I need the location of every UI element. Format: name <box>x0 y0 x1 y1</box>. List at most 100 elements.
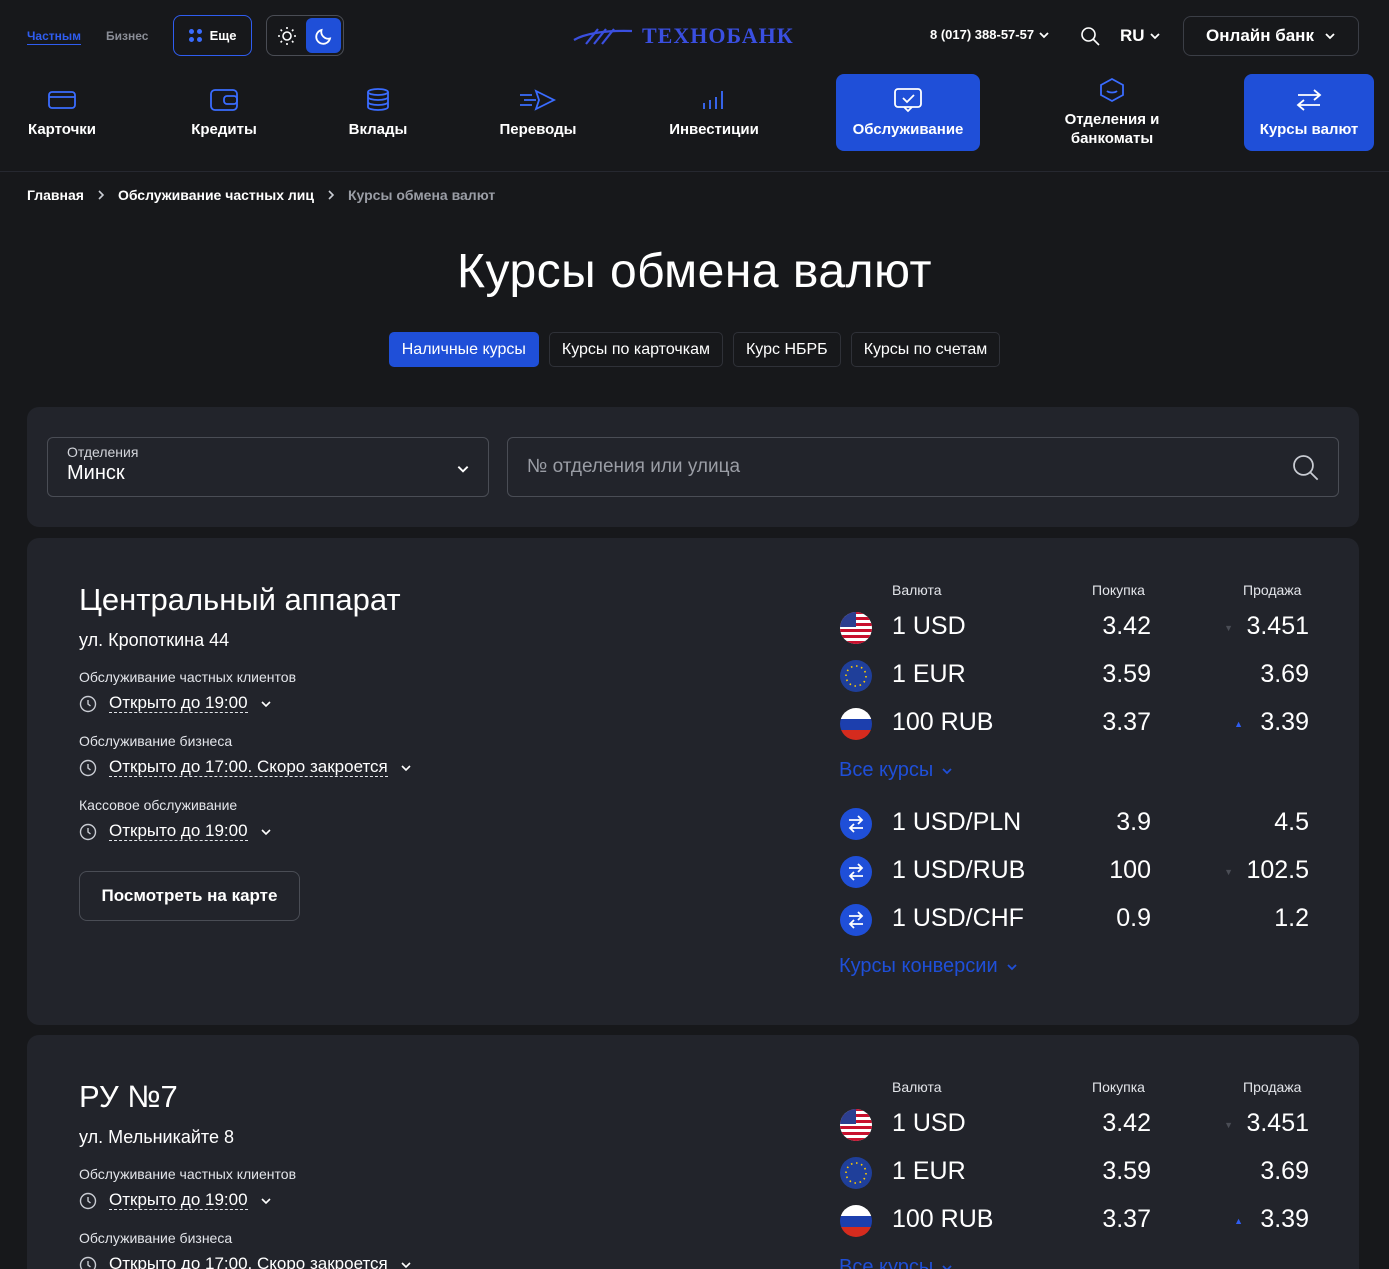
service-title: Обслуживание частных клиентов <box>79 1166 296 1182</box>
buy-rate: 3.37 <box>1102 708 1151 736</box>
clock-icon <box>79 823 97 840</box>
service-hours-text: Открыто до 17:00. Скоро закроется <box>109 757 388 777</box>
currency-code: 1 EUR <box>892 1157 966 1185</box>
breadcrumb-home[interactable]: Главная <box>27 187 84 203</box>
rate-row: 1 EUR 3.59 3.69 <box>839 651 1309 699</box>
buy-rate: 3.59 <box>1102 1157 1151 1185</box>
service-title: Обслуживание бизнеса <box>79 733 233 749</box>
service-hours-dropdown[interactable]: Открыто до 19:00 <box>79 1191 272 1210</box>
branch-select-value: Минск <box>67 462 125 484</box>
buy-rate: 3.59 <box>1102 660 1151 688</box>
tab-cash-rates[interactable]: Наличные курсы <box>388 332 539 367</box>
pin-icon <box>1100 77 1124 103</box>
language-selector[interactable]: RU <box>1120 26 1161 46</box>
chevron-down-icon <box>1039 31 1049 38</box>
nav-item-investments[interactable]: Инвестиции <box>659 74 769 151</box>
main-nav: Карточки Кредиты Вклады Переводы Инвести… <box>0 72 1389 172</box>
search-icon[interactable] <box>1292 454 1319 481</box>
view-on-map-button[interactable]: Посмотреть на карте <box>79 871 300 921</box>
sell-rate: 3.451 <box>1246 612 1309 640</box>
currency-code: 100 RUB <box>892 708 994 736</box>
theme-toggle[interactable] <box>266 15 344 56</box>
sell-rate: 3.69 <box>1260 1157 1309 1185</box>
chevron-down-icon <box>1325 33 1335 40</box>
branch-select[interactable]: Отделения Минск <box>47 437 489 497</box>
column-currency: Валюта <box>892 582 942 598</box>
branch-search-input[interactable] <box>527 456 1227 478</box>
segment-business-link[interactable]: Бизнес <box>106 29 148 43</box>
nav-item-label: Обслуживание <box>852 120 964 138</box>
nav-item-label: Отделения и банкоматы <box>1064 111 1160 147</box>
chevron-down-icon <box>457 466 469 473</box>
trend-up-icon: ▲ <box>1234 1216 1243 1226</box>
column-buy: Покупка <box>1092 1079 1145 1095</box>
online-bank-button[interactable]: Онлайн банк <box>1183 16 1359 56</box>
rate-row: 1 USD 3.42 ▼ 3.451 <box>839 603 1309 651</box>
service-hours-text: Открыто до 17:00. Скоро закроется <box>109 1255 388 1269</box>
nav-item-label: Карточки <box>27 120 97 138</box>
phone-dropdown[interactable]: 8 (017) 388-57-57 <box>930 27 1050 42</box>
sell-rate: 102.5 <box>1246 856 1309 884</box>
buy-rate: 100 <box>1109 856 1151 884</box>
service-hours-dropdown[interactable]: Открыто до 17:00. Скоро закроется <box>79 758 412 777</box>
nav-item-branches[interactable]: Отделения и банкоматы <box>1050 74 1174 151</box>
phone-number: 8 (017) 388-57-57 <box>930 27 1035 42</box>
currency-pair: 1 USD/CHF <box>892 904 1024 932</box>
sell-rate: 3.39 <box>1260 1205 1309 1233</box>
dark-theme-option[interactable] <box>306 18 341 53</box>
currency-code: 1 EUR <box>892 660 966 688</box>
online-bank-label: Онлайн банк <box>1206 26 1314 45</box>
chevron-down-icon <box>942 767 952 774</box>
sell-rate: 3.451 <box>1246 1109 1309 1137</box>
conversion-rates-label: Курсы конверсии <box>839 955 998 977</box>
service-hours-text: Открыто до 19:00 <box>109 821 248 841</box>
trend-down-icon: ▼ <box>1224 1120 1233 1130</box>
all-rates-link[interactable]: Все курсы <box>839 1256 953 1269</box>
logo-mark-icon <box>573 28 633 45</box>
nav-item-service[interactable]: Обслуживание <box>836 74 980 151</box>
bars-icon <box>703 90 723 109</box>
nav-item-cards[interactable]: Карточки <box>12 74 112 151</box>
chevron-down-icon <box>401 764 411 771</box>
tab-nbrb-rate[interactable]: Курс НБРБ <box>732 332 841 367</box>
breadcrumb-service[interactable]: Обслуживание частных лиц <box>118 187 314 203</box>
logo[interactable]: ТЕХНОБАНК <box>572 22 794 50</box>
nav-item-exchange-rates[interactable]: Курсы валют <box>1244 74 1374 151</box>
logo-text: ТЕХНОБАНК <box>642 23 794 48</box>
branch-address: ул. Кропоткина 44 <box>79 630 230 650</box>
all-rates-label: Все курсы <box>839 1256 934 1269</box>
nav-item-transfers[interactable]: Переводы <box>488 74 588 151</box>
service-hours-dropdown[interactable]: Открыто до 19:00 <box>79 694 272 713</box>
all-rates-link[interactable]: Все курсы <box>839 759 953 782</box>
eu-flag-icon <box>840 660 872 692</box>
tab-account-rates[interactable]: Курсы по счетам <box>850 332 1001 367</box>
light-theme-option[interactable] <box>269 18 304 53</box>
wallet-icon <box>210 88 238 111</box>
conversion-row: 1 USD/CHF 0.9 1.2 <box>839 895 1309 943</box>
exchange-circle-icon <box>840 808 872 840</box>
service-title: Обслуживание бизнеса <box>79 1230 233 1246</box>
more-button-label: Еще <box>209 28 237 43</box>
rate-row: 100 RUB 3.37 ▲ 3.39 <box>839 699 1309 747</box>
currency-code: 1 USD <box>892 1109 966 1137</box>
segment-private-link[interactable]: Частным <box>27 29 82 45</box>
tab-card-rates[interactable]: Курсы по карточкам <box>548 332 723 367</box>
us-flag-icon <box>840 1109 872 1141</box>
more-button[interactable]: Еще <box>173 15 252 56</box>
conversion-row: 1 USD/RUB 100 ▼ 102.5 <box>839 847 1309 895</box>
service-hours-dropdown[interactable]: Открыто до 17:00. Скоро закроется <box>79 1255 412 1269</box>
currency-code: 1 USD <box>892 612 966 640</box>
rate-row: 100 RUB 3.37 ▲ 3.39 <box>839 1196 1309 1244</box>
column-currency: Валюта <box>892 1079 942 1095</box>
exchange-circle-icon <box>840 904 872 936</box>
conversion-rates-link[interactable]: Курсы конверсии <box>839 955 1018 978</box>
branch-search <box>507 437 1339 497</box>
service-hours-dropdown[interactable]: Открыто до 19:00 <box>79 822 272 841</box>
grid-dots-icon <box>188 29 202 42</box>
chevron-down-icon <box>1149 33 1160 40</box>
column-buy: Покупка <box>1092 582 1145 598</box>
search-icon[interactable] <box>1080 26 1100 46</box>
nav-item-deposits[interactable]: Вклады <box>328 74 428 151</box>
chevron-right-icon <box>328 190 335 200</box>
nav-item-credits[interactable]: Кредиты <box>174 74 274 151</box>
